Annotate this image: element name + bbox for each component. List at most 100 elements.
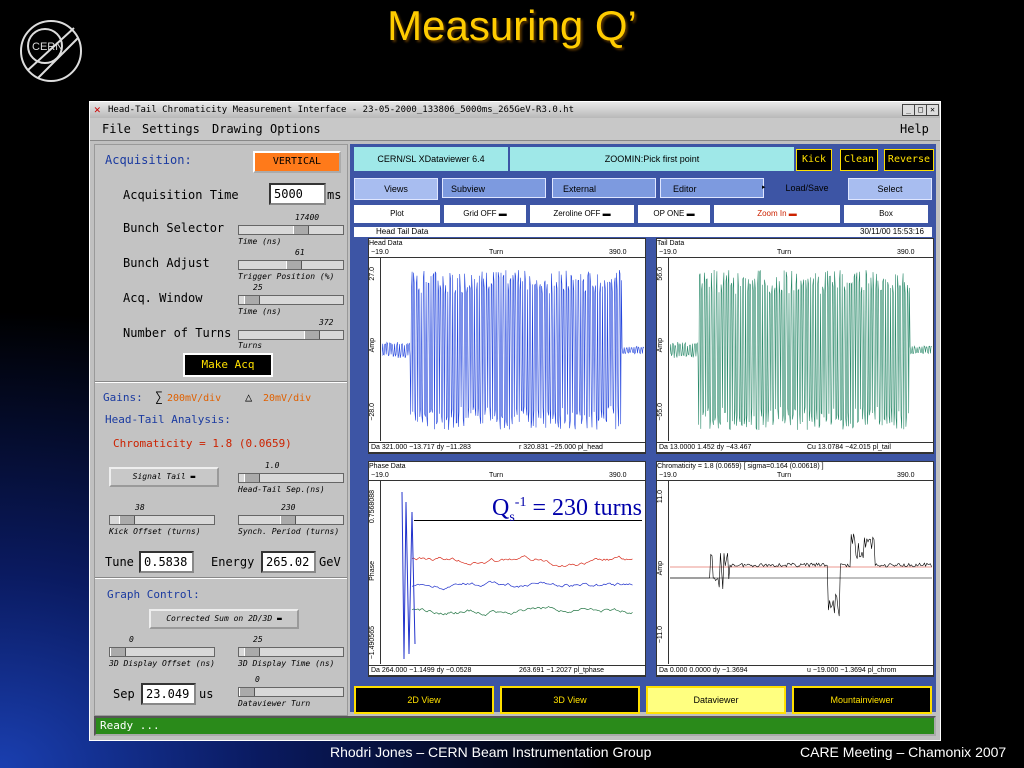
acq-time-field[interactable]: 5000 xyxy=(269,183,326,205)
option-plot[interactable]: Plot xyxy=(354,205,440,223)
menu-file[interactable]: File xyxy=(102,118,131,140)
menu-options[interactable]: Options xyxy=(270,118,321,140)
synch-period-slider[interactable] xyxy=(238,515,344,525)
plot-axis-ymid: Amp xyxy=(369,338,376,353)
slider-thumb[interactable] xyxy=(286,261,302,269)
slider-thumb[interactable] xyxy=(280,516,296,524)
energy-field[interactable]: 265.02 xyxy=(261,551,316,573)
mountainviewer-button[interactable]: Mountainviewer xyxy=(792,686,932,714)
plot-y-axis xyxy=(380,481,381,664)
tab-subview[interactable]: Subview xyxy=(442,178,546,198)
dv-turn-slider[interactable] xyxy=(238,687,344,697)
slider-thumb[interactable] xyxy=(110,648,126,656)
slider-thumb[interactable] xyxy=(239,688,255,696)
turns-slider[interactable] xyxy=(238,330,344,340)
plot-axis-ymid: Amp xyxy=(657,338,664,353)
dv-turn-value: 0 xyxy=(255,675,260,684)
acq-window-slider[interactable] xyxy=(238,295,344,305)
panel-title: Head Tail Data xyxy=(376,227,429,236)
slider-thumb[interactable] xyxy=(304,331,320,339)
kick-offset-caption: Kick Offset (turns) xyxy=(109,527,201,536)
option-op-label: OP ONE xyxy=(653,209,685,218)
annotation-rest: = 230 turns xyxy=(526,495,642,521)
slider-thumb[interactable] xyxy=(119,516,135,524)
sep-field[interactable]: 23.049 xyxy=(141,683,196,705)
slider-thumb[interactable] xyxy=(244,648,260,656)
dataviewer-panel: CERN/SL XDataviewer 6.4 ZOOMIN:Pick firs… xyxy=(350,144,936,714)
plot-range-left: −19.0 xyxy=(371,249,389,256)
cern-logo: CERN xyxy=(18,18,84,84)
bunch-selector-caption: Time (ns) xyxy=(238,237,282,246)
trace-line xyxy=(382,269,644,430)
acq-time-unit: ms xyxy=(327,188,342,202)
display-offset-slider[interactable] xyxy=(109,647,215,657)
option-zeroline-label: Zeroline OFF xyxy=(553,209,601,218)
kick-offset-slider[interactable] xyxy=(109,515,215,525)
dropdown-icon: ▬ xyxy=(276,614,282,623)
option-box[interactable]: Box xyxy=(844,205,928,223)
tune-label: Tune xyxy=(105,555,134,569)
make-acq-button[interactable]: Make Acq xyxy=(183,353,273,377)
energy-label: Energy xyxy=(211,555,255,569)
vertical-button[interactable]: VERTICAL xyxy=(253,151,341,173)
option-op[interactable]: OP ONE ▬ xyxy=(638,205,710,223)
plot-title: Chromaticity = 1.8 (0.0659) [ sigma=0.16… xyxy=(657,462,933,471)
menu-settings[interactable]: Settings xyxy=(142,118,200,140)
annotation-sup: -1 xyxy=(514,495,527,510)
head-data-plot[interactable]: Head Data −19.0 Turn 390.0 Da 321.000 −13.71… xyxy=(368,238,646,454)
acq-window-label: Acq. Window xyxy=(123,291,203,305)
sum-gain[interactable]: 200mV/div xyxy=(167,393,221,404)
tab-editor[interactable]: Editor xyxy=(660,178,764,198)
view-3d-button[interactable]: 3D View xyxy=(500,686,640,714)
slider-thumb[interactable] xyxy=(293,226,309,234)
slider-thumb[interactable] xyxy=(244,296,260,304)
tab-views[interactable]: Views xyxy=(354,178,438,200)
menu-help[interactable]: Help xyxy=(900,118,929,140)
plot-cursor-readout: Da 13.0000 1.452 dy −43.467 Cu 13.0784 −4… xyxy=(657,442,933,453)
trace-line xyxy=(411,555,633,568)
plot-axis-ytop: 11.0 xyxy=(657,490,664,504)
close-icon[interactable]: ✕ xyxy=(926,104,939,116)
dataviewer-button[interactable]: Dataviewer xyxy=(646,686,786,714)
corrected-sum-dropdown[interactable]: Corrected Sum on 2D/3D ▬ xyxy=(149,609,299,629)
tab-load-save[interactable]: Load/Save xyxy=(770,178,844,198)
bunch-selector-slider[interactable] xyxy=(238,225,344,235)
tail-data-plot[interactable]: Tail Data −19.0 Turn 390.0 Da 13.0000 1.452 … xyxy=(656,238,934,454)
delta-gain[interactable]: 20mV/div xyxy=(263,393,311,404)
ht-sep-caption: Head-Tail Sep.(ns) xyxy=(238,485,325,494)
view-2d-button[interactable]: 2D View xyxy=(354,686,494,714)
submenu-arrow-icon: ▸ xyxy=(762,184,766,191)
annotation-sub: s xyxy=(509,509,515,525)
title-bar[interactable]: ✕ Head-Tail Chromaticity Measurement Int… xyxy=(90,102,940,119)
plot-range-right: 390.0 xyxy=(609,472,627,479)
acq-window-caption: Time (ns) xyxy=(238,307,282,316)
app-window: ✕ Head-Tail Chromaticity Measurement Int… xyxy=(89,101,941,741)
plot-title: Tail Data xyxy=(657,239,933,248)
option-grid[interactable]: Grid OFF ▬ xyxy=(444,205,526,223)
tune-field[interactable]: 0.5838 xyxy=(139,551,194,573)
divider xyxy=(95,577,347,579)
option-zeroline[interactable]: Zeroline OFF ▬ xyxy=(530,205,634,223)
option-zoom[interactable]: Zoom In ▬ xyxy=(714,205,840,223)
menu-drawing[interactable]: Drawing xyxy=(212,118,263,140)
tab-external[interactable]: External xyxy=(552,178,656,198)
logo-text: CERN xyxy=(32,41,63,53)
signal-tail-dropdown[interactable]: Signal Tail ▬ xyxy=(109,467,219,487)
chromaticity-plot[interactable]: Chromaticity = 1.8 (0.0659) [ sigma=0.16… xyxy=(656,461,934,677)
tab-select[interactable]: Select xyxy=(848,178,932,200)
signal-tail-label: Signal Tail xyxy=(132,472,186,481)
slider-thumb[interactable] xyxy=(244,474,260,482)
ht-sep-slider[interactable] xyxy=(238,473,344,483)
display-time-value: 25 xyxy=(253,635,263,644)
reverse-button[interactable]: Reverse xyxy=(884,149,934,171)
plot-range-left: −19.0 xyxy=(659,249,677,256)
bunch-adjust-slider[interactable] xyxy=(238,260,344,270)
clean-button[interactable]: Clean xyxy=(840,149,878,171)
dropdown-icon: ▬ xyxy=(190,472,196,481)
kick-button[interactable]: Kick xyxy=(796,149,832,171)
plot-axis-ybot: −1.490565 xyxy=(369,626,376,660)
trace-line xyxy=(411,606,633,617)
plot-axis-ymid: Amp xyxy=(657,561,664,576)
plot-range-right: 390.0 xyxy=(609,249,627,256)
display-time-slider[interactable] xyxy=(238,647,344,657)
